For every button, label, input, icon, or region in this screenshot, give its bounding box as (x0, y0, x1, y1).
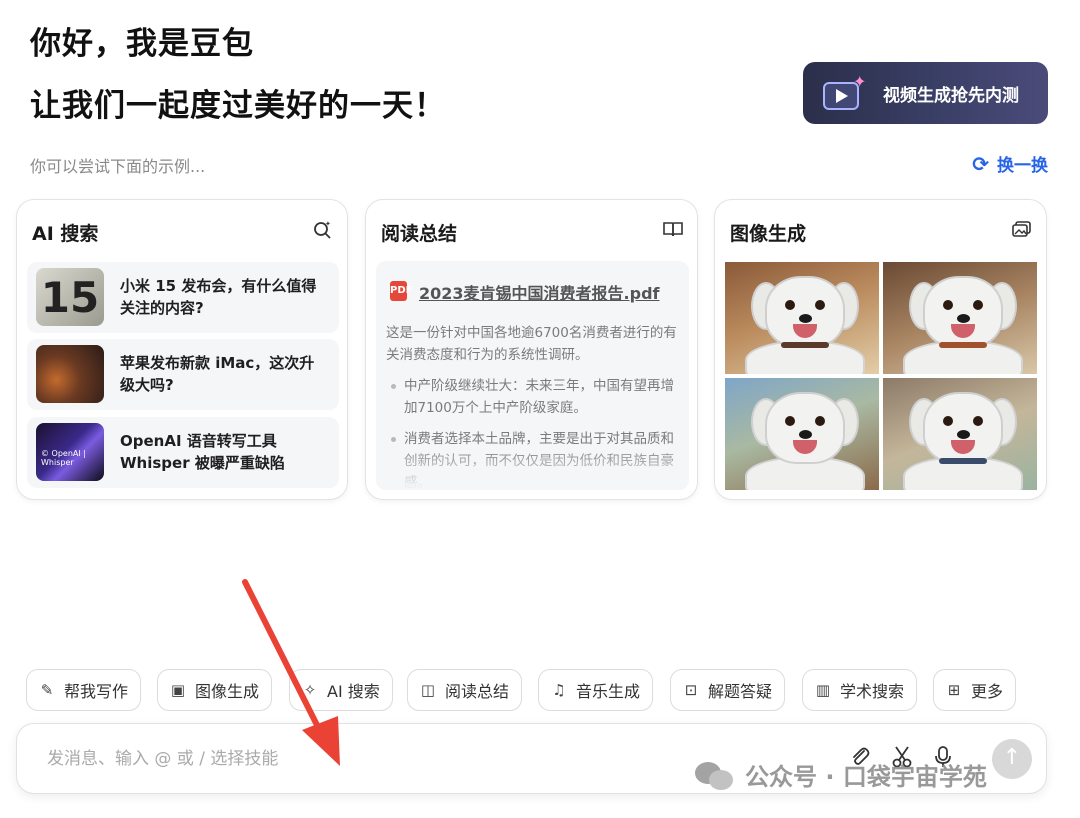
skill-chip-image-generation[interactable]: ▣ 图像生成 (157, 669, 273, 711)
pdf-file-name-link[interactable]: 2023麦肯锡中国消费者报告.pdf (419, 280, 659, 304)
skill-chip-writing[interactable]: ✎ 帮我写作 (26, 669, 142, 711)
refresh-icon: ⟳ (972, 151, 989, 176)
video-generation-promo-button[interactable]: ✦ 视频生成抢先内测 (803, 62, 1048, 124)
skill-chip-academic-search[interactable]: ▥ 学术搜索 (802, 669, 918, 711)
question-icon: ⊡ (684, 681, 698, 699)
card-title: 阅读总结 (381, 223, 458, 245)
skill-chip-music-generation[interactable]: ♫ 音乐生成 (538, 669, 654, 711)
pen-sparkle-icon: ✎ (40, 681, 54, 699)
document-intro: 这是一份针对中国各地逾6700名消费者进行的有关消费态度和行为的系统性调研。 (386, 325, 677, 363)
card-title: AI 搜索 (32, 223, 99, 245)
search-example-item[interactable]: 15 小米 15 发布会，有什么值得关注的内容? (27, 262, 339, 333)
openai-whisper-thumbnail: © OpenAI | Whisper (36, 423, 104, 481)
skill-chip-ai-search[interactable]: ✧ AI 搜索 (289, 669, 393, 711)
imac-thumbnail (36, 345, 104, 403)
search-example-text: 苹果发布新款 iMac，这次升级大吗? (120, 354, 315, 394)
ai-search-card[interactable]: AI 搜索 ✦ 15 小米 15 发布会，有什么值得关注的内容? 苹果发布新款 … (16, 199, 348, 500)
wechat-logo-icon (695, 759, 735, 791)
read-icon: ◫ (420, 681, 436, 699)
book-icon (663, 220, 683, 243)
skill-chip-more[interactable]: ⊞ 更多 (933, 669, 1017, 711)
grid-more-icon: ⊞ (947, 681, 961, 699)
reading-summary-card[interactable]: 阅读总结 PDF 2023麦肯锡中国消费者报告.pdf 这是一份针对中国各地逾6… (365, 199, 698, 500)
video-play-icon: ✦ (821, 72, 866, 112)
ai-search-icon: ✧ (303, 681, 317, 699)
search-example-item[interactable]: © OpenAI | Whisper OpenAI 语音转写工具 Whisper… (27, 417, 339, 488)
image-icon: ▣ (170, 681, 186, 699)
search-example-text: 小米 15 发布会，有什么值得关注的内容? (120, 277, 317, 317)
greeting-line-1: 你好，我是豆包 (30, 26, 254, 62)
library-icon: ▥ (815, 681, 831, 699)
generated-puppy-image[interactable] (725, 262, 879, 374)
image-gallery-icon (1012, 220, 1032, 243)
search-example-item[interactable]: 苹果发布新款 iMac，这次升级大吗? (27, 339, 339, 410)
refresh-examples-button[interactable]: ⟳ 换一换 (972, 151, 1048, 177)
card-title: 图像生成 (730, 223, 807, 245)
generated-puppy-image[interactable] (883, 262, 1037, 374)
refresh-label: 换一换 (997, 156, 1048, 176)
document-preview[interactable]: PDF 2023麦肯锡中国消费者报告.pdf 这是一份针对中国各地逾6700名消… (376, 261, 689, 490)
music-icon: ♫ (552, 681, 566, 699)
pdf-file-icon: PDF (390, 281, 412, 301)
watermark-text: 公众号 · 口袋宇宙学苑 (745, 763, 987, 791)
xiaomi-15-thumbnail: 15 (36, 268, 104, 326)
wechat-watermark: 公众号 · 口袋宇宙学苑 (695, 757, 987, 792)
generated-puppy-image[interactable] (883, 378, 1037, 490)
document-bullet: 中产阶级继续壮大：未来三年，中国有望再增加7100万个上中产阶级家庭。 (391, 375, 681, 419)
ai-search-icon: ✦ (313, 220, 333, 245)
svg-text:✦: ✦ (325, 220, 331, 228)
skill-chip-reading-summary[interactable]: ◫ 阅读总结 (407, 669, 523, 711)
promo-label: 视频生成抢先内测 (883, 85, 1019, 106)
skill-chip-problem-solving[interactable]: ⊡ 解题答疑 (670, 669, 786, 711)
arrow-up-icon: ↑ (1002, 745, 1022, 770)
image-generation-card[interactable]: 图像生成 (714, 199, 1047, 500)
message-input[interactable] (47, 744, 567, 774)
generated-puppy-image[interactable] (725, 378, 879, 490)
examples-hint: 你可以尝试下面的示例... (30, 157, 206, 176)
search-example-text: OpenAI 语音转写工具 Whisper 被曝严重缺陷 (120, 432, 285, 472)
send-button[interactable]: ↑ (992, 739, 1032, 779)
greeting-line-2: 让我们一起度过美好的一天！ (30, 88, 446, 124)
